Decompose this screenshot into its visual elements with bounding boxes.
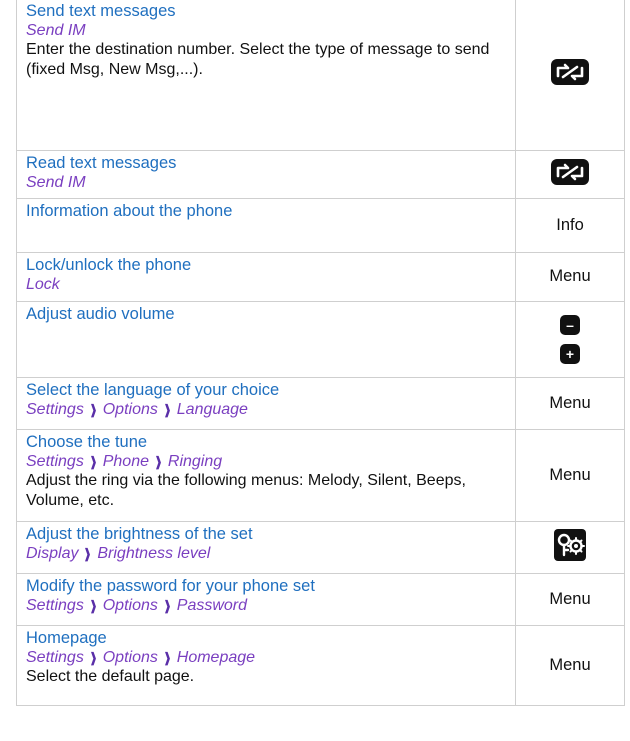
phone-key: Menu <box>515 625 625 706</box>
menu-path-item: Send IM <box>26 174 86 191</box>
feature-title: Lock/unlock the phone <box>26 256 192 274</box>
menu-path-item: Language <box>176 401 248 418</box>
feature-title: Send text messages <box>26 2 176 20</box>
phone-key: Menu <box>515 377 625 430</box>
feature-description: Select the language of your choice Setti… <box>16 377 516 430</box>
menu-path-item: Lock <box>26 276 60 293</box>
settings-key-icon <box>554 528 586 566</box>
phone-features-table: Send text messages Send IM Enter the des… <box>16 0 625 706</box>
table-row: Read text messages Send IM <box>16 150 625 199</box>
volume-up-icon: + <box>560 343 580 364</box>
phone-key: Menu <box>515 573 625 626</box>
menu-path-item: Settings <box>26 453 84 470</box>
volume-keys: – + <box>525 314 615 364</box>
table-row: Homepage Settings ❱ Options ❱ Homepage Selec… <box>16 625 625 706</box>
path-separator: ❱ <box>84 546 92 561</box>
menu-path-item: Options <box>102 401 158 418</box>
message-key-icon <box>551 58 589 90</box>
path-separator: ❱ <box>89 402 98 417</box>
phone-key: – + <box>515 301 625 378</box>
feature-description: Adjust the brightness of the set Display… <box>16 521 516 574</box>
path-separator: ❱ <box>163 402 172 417</box>
feature-title: Homepage <box>26 629 107 647</box>
feature-description: Send text messages Send IM Enter the des… <box>16 0 516 151</box>
feature-description: Read text messages Send IM <box>16 150 516 199</box>
menu-path: Send IM <box>26 21 506 40</box>
menu-key-label: Menu <box>549 655 591 674</box>
feature-title: Choose the tune <box>26 433 148 451</box>
menu-path: Send IM <box>26 173 506 192</box>
menu-key-label: Menu <box>549 465 591 484</box>
phone-key: Info <box>515 198 625 253</box>
feature-title: Adjust the brightness of the set <box>26 525 253 543</box>
menu-path-item: Ringing <box>167 453 223 470</box>
menu-path-item: Password <box>176 597 248 614</box>
path-separator: ❱ <box>89 598 98 613</box>
menu-path: Settings ❱ Phone ❱ Ringing <box>26 452 506 471</box>
menu-key-label: Menu <box>549 393 591 412</box>
feature-title: Information about the phone <box>26 202 233 220</box>
feature-description: Adjust audio volume <box>16 301 516 378</box>
table-row: Information about the phone Info <box>16 198 625 253</box>
menu-path-item: Options <box>102 597 158 614</box>
menu-path-item: Brightness level <box>97 545 211 562</box>
path-separator: ❱ <box>154 454 163 469</box>
phone-key <box>515 0 625 151</box>
menu-key-label: Menu <box>549 589 591 608</box>
menu-path: Settings ❱ Options ❱ Password <box>26 596 506 615</box>
feature-title: Select the language of your choice <box>26 381 280 399</box>
menu-path-item: Send IM <box>26 22 86 39</box>
table-row: Modify the password for your phone set S… <box>16 573 625 626</box>
table-row: Select the language of your choice Setti… <box>16 377 625 430</box>
phone-key: Menu <box>515 252 625 302</box>
path-separator: ❱ <box>163 650 172 665</box>
feature-description: Lock/unlock the phone Lock <box>16 252 516 302</box>
menu-key-label: Menu <box>549 267 591 285</box>
feature-description: Homepage Settings ❱ Options ❱ Homepage Selec… <box>16 625 516 706</box>
menu-path: Display ❱ Brightness level <box>26 544 506 563</box>
phone-key: Menu <box>515 429 625 522</box>
feature-title: Read text messages <box>26 154 177 172</box>
table-row: Adjust the brightness of the set Display… <box>16 521 625 574</box>
menu-path-item: Options <box>102 649 158 666</box>
menu-path: Lock <box>26 275 506 294</box>
feature-title: Adjust audio volume <box>26 305 175 323</box>
table-row: Adjust audio volume – + <box>16 301 625 378</box>
feature-note: Adjust the ring via the following menus:… <box>26 472 466 509</box>
phone-key <box>515 150 625 199</box>
menu-path-item: Settings <box>26 649 84 666</box>
feature-note: Enter the destination number. Select the… <box>26 41 490 78</box>
feature-description: Modify the password for your phone set S… <box>16 573 516 626</box>
table-row: Send text messages Send IM Enter the des… <box>16 0 625 151</box>
table-row: Choose the tune Settings ❱ Phone ❱ Ringing A… <box>16 429 625 522</box>
menu-path: Settings ❱ Options ❱ Language <box>26 400 506 419</box>
volume-down-icon: – <box>560 314 580 335</box>
menu-path-item: Settings <box>26 597 84 614</box>
menu-path-item: Display <box>26 545 79 562</box>
feature-note: Select the default page. <box>26 668 195 685</box>
phone-key <box>515 521 625 574</box>
path-separator: ❱ <box>89 454 98 469</box>
path-separator: ❱ <box>163 598 172 613</box>
path-separator: ❱ <box>89 650 98 665</box>
feature-description: Choose the tune Settings ❱ Phone ❱ Ringing A… <box>16 429 516 522</box>
menu-path: Settings ❱ Options ❱ Homepage <box>26 648 506 667</box>
menu-path-item: Phone <box>102 453 149 470</box>
info-key-label: Info <box>556 215 584 234</box>
menu-path-item: Homepage <box>176 649 256 666</box>
feature-title: Modify the password for your phone set <box>26 577 315 595</box>
feature-description: Information about the phone <box>16 198 516 253</box>
menu-path-item: Settings <box>26 401 84 418</box>
table-row: Lock/unlock the phone Lock Menu <box>16 252 625 302</box>
message-key-icon <box>551 158 589 190</box>
